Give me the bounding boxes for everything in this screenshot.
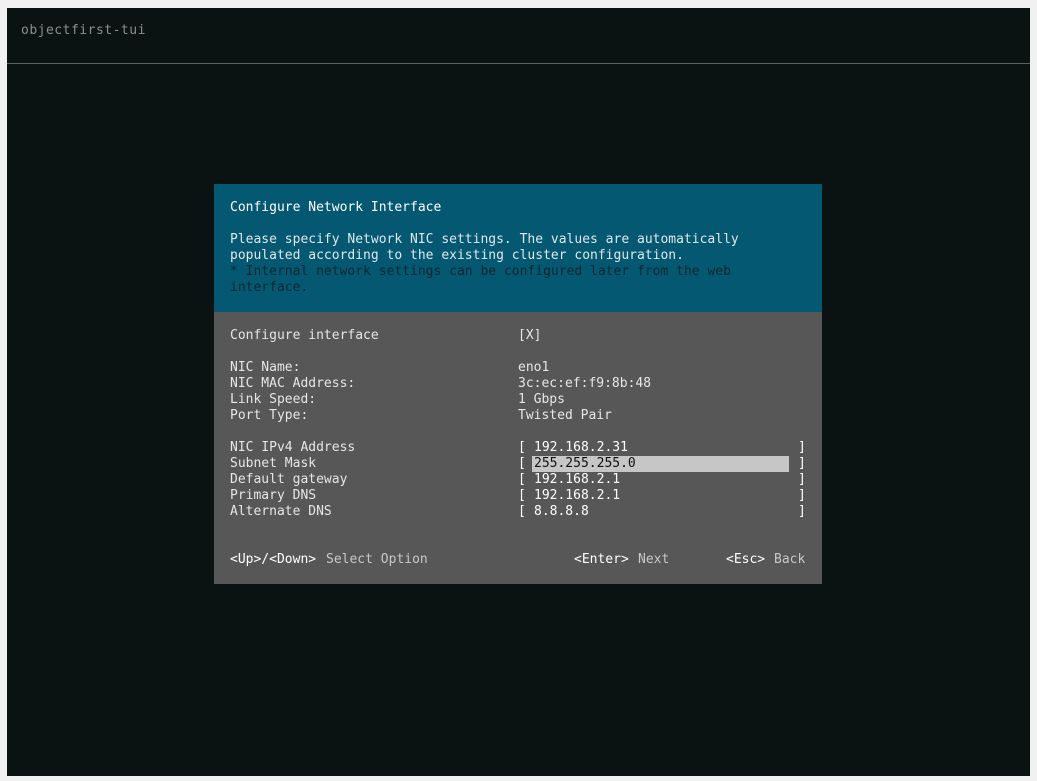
primary-dns-input[interactable]: 192.168.2.1: [534, 488, 620, 504]
nic-mac-label: NIC MAC Address:: [230, 376, 356, 391]
dialog-description-line-2: populated according to the existing clus…: [230, 248, 684, 263]
dialog-body: Configure interface [X] NIC Name: eno1 N…: [214, 312, 822, 584]
default-gateway-label: Default gateway: [230, 472, 348, 487]
ipv4-address-input[interactable]: 192.168.2.31: [534, 440, 628, 456]
ipv4-address-label: NIC IPv4 Address: [230, 440, 356, 455]
nic-mac-value: 3c:ec:ef:f9:8b:48: [518, 376, 652, 391]
app-title: objectfirst-tui: [21, 23, 146, 38]
top-bar: objectfirst-tui: [7, 8, 1030, 64]
terminal-screen: objectfirst-tui Configure Network Interf…: [7, 8, 1030, 776]
ipv4-address-bracket-open: [: [518, 440, 526, 455]
configure-interface-checkbox[interactable]: [X]: [518, 328, 541, 344]
link-speed-label: Link Speed:: [230, 392, 317, 407]
link-speed-value: 1 Gbps: [518, 392, 565, 407]
footer-esc-label[interactable]: Back: [774, 552, 805, 568]
subnet-mask-label: Subnet Mask: [230, 456, 317, 471]
dialog-description-line-1: Please specify Network NIC settings. The…: [230, 232, 739, 247]
dialog-header: Configure Network Interface Please speci…: [214, 184, 822, 312]
configure-interface-label: Configure interface: [230, 328, 379, 343]
primary-dns-bracket-close: ]: [798, 488, 806, 503]
alternate-dns-input[interactable]: 8.8.8.8: [534, 504, 589, 520]
dialog-title: Configure Network Interface: [230, 200, 442, 215]
alternate-dns-bracket-close: ]: [798, 504, 806, 519]
configure-network-dialog: Configure Network Interface Please speci…: [214, 184, 822, 584]
footer-enter-key[interactable]: <Enter>: [574, 552, 629, 568]
ipv4-address-bracket-close: ]: [798, 440, 806, 455]
footer-enter-label[interactable]: Next: [638, 552, 669, 568]
primary-dns-label: Primary DNS: [230, 488, 317, 503]
footer-nav-label: Select Option: [326, 552, 428, 567]
footer-nav-key: <Up>/<Down>: [230, 552, 317, 567]
subnet-mask-input[interactable]: 255.255.255.0: [534, 456, 636, 472]
subnet-mask-bracket-close: ]: [798, 456, 806, 471]
subnet-mask-input-selected[interactable]: 255.255.255.0: [532, 456, 789, 472]
port-type-value: Twisted Pair: [518, 408, 612, 423]
dialog-note-line-2: interface.: [230, 280, 309, 295]
primary-dns-bracket-open: [: [518, 488, 526, 503]
subnet-mask-bracket-open: [: [518, 456, 526, 471]
port-type-label: Port Type:: [230, 408, 309, 423]
alternate-dns-label: Alternate DNS: [230, 504, 332, 519]
default-gateway-input[interactable]: 192.168.2.1: [534, 472, 620, 488]
nic-name-value: eno1: [518, 360, 550, 375]
footer-esc-key[interactable]: <Esc>: [726, 552, 765, 568]
alternate-dns-bracket-open: [: [518, 504, 526, 519]
dialog-note-line-1: * Internal network settings can be confi…: [230, 264, 731, 279]
nic-name-label: NIC Name:: [230, 360, 301, 375]
default-gateway-bracket-open: [: [518, 472, 526, 487]
default-gateway-bracket-close: ]: [798, 472, 806, 487]
